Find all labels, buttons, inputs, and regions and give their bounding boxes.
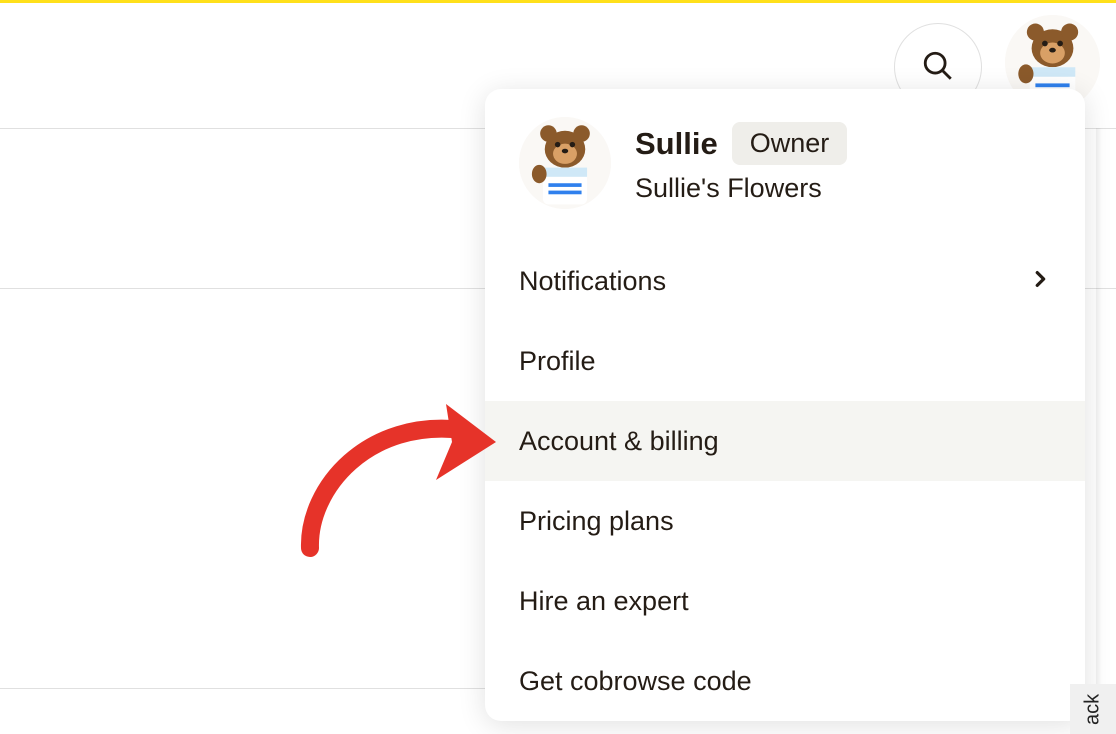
menu-item-pricing-plans[interactable]: Pricing plans: [485, 481, 1085, 561]
business-name: Sullie's Flowers: [635, 173, 847, 204]
feedback-tab[interactable]: ack: [1070, 684, 1116, 734]
menu-item-hire-expert[interactable]: Hire an expert: [485, 561, 1085, 641]
menu-item-profile[interactable]: Profile: [485, 321, 1085, 401]
chevron-right-icon: [1029, 266, 1051, 297]
menu-item-cobrowse[interactable]: Get cobrowse code: [485, 641, 1085, 721]
menu-item-label: Profile: [519, 346, 596, 377]
dropdown-header: Sullie Owner Sullie's Flowers: [485, 89, 1085, 233]
user-info: Sullie Owner Sullie's Flowers: [635, 122, 847, 204]
menu-item-account-billing[interactable]: Account & billing: [485, 401, 1085, 481]
annotation-arrow: [298, 398, 508, 568]
menu-item-label: Pricing plans: [519, 506, 674, 537]
avatar-image: [519, 117, 611, 209]
menu-list: Notifications Profile Account & billing …: [485, 233, 1085, 721]
menu-item-label: Hire an expert: [519, 586, 689, 617]
role-badge: Owner: [732, 122, 848, 165]
menu-item-label: Get cobrowse code: [519, 666, 752, 697]
feedback-tab-label: ack: [1082, 693, 1105, 724]
menu-item-label: Notifications: [519, 266, 666, 297]
user-name: Sullie: [635, 126, 718, 162]
menu-item-label: Account & billing: [519, 426, 719, 457]
avatar: [519, 117, 611, 209]
search-icon: [921, 49, 955, 86]
account-dropdown: Sullie Owner Sullie's Flowers Notificati…: [485, 89, 1085, 721]
panel-shadow: [1096, 128, 1102, 734]
menu-item-notifications[interactable]: Notifications: [485, 241, 1085, 321]
